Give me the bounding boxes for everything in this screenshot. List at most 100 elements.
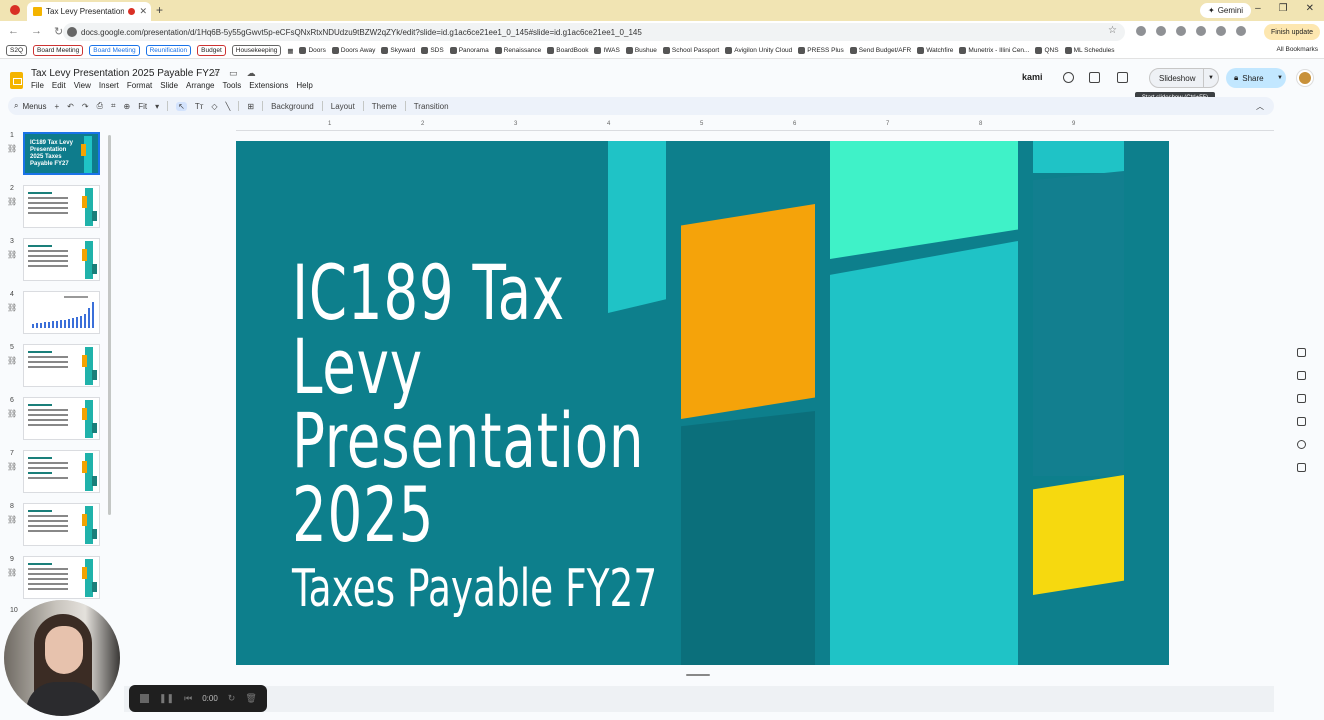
bookmark-chip[interactable]: Reunification <box>145 45 192 56</box>
shape-icon[interactable]: ◇ <box>211 102 217 111</box>
zoom-dropdown-icon[interactable]: ▾ <box>155 102 159 111</box>
bookmark-chip[interactable]: Board Meeting <box>33 45 84 56</box>
thumbnail-row[interactable]: 8 ⛓ <box>0 503 110 549</box>
share-button[interactable]: 🔒︎ Share ▼ <box>1226 68 1286 88</box>
address-bar[interactable]: docs.google.com/presentation/d/1Hq6B-5y5… <box>63 23 1125 41</box>
transition-button[interactable]: Transition <box>414 102 449 111</box>
menu-insert[interactable]: Insert <box>99 81 119 90</box>
search-menus[interactable]: ⌕ Menus <box>14 101 47 111</box>
bookmark-star-icon[interactable]: ☆ <box>1108 25 1117 36</box>
bookmark-item[interactable]: PRESS Plus <box>798 47 844 54</box>
menu-edit[interactable]: Edit <box>52 81 66 90</box>
bookmark-item[interactable]: Skyward <box>381 47 415 54</box>
minimize-icon[interactable]: – <box>1255 3 1261 14</box>
menu-arrange[interactable]: Arrange <box>186 81 214 90</box>
slideshow-button[interactable]: Slideshow ▼ <box>1149 68 1219 88</box>
menu-file[interactable]: File <box>31 81 44 90</box>
bookmark-item[interactable]: School Passport <box>662 47 719 54</box>
slide-thumbnail-active[interactable]: IC189 Tax Levy Presentation 2025 Taxes P… <box>23 132 100 175</box>
slideshow-dropdown-icon[interactable]: ▼ <box>1203 69 1218 87</box>
thumbnail-row[interactable]: 3 ⛓ <box>0 238 110 284</box>
bookmark-chip[interactable]: S2Q <box>6 45 28 56</box>
paint-format-icon[interactable]: ⌗ <box>111 101 116 111</box>
bookmark-chip[interactable]: Budget <box>197 45 226 56</box>
new-slide-icon[interactable]: + <box>55 102 60 111</box>
zoom-icon[interactable]: ⊕ <box>124 102 131 111</box>
bookmark-item[interactable]: Munetrix - Illini Cen... <box>959 47 1029 54</box>
close-window-icon[interactable]: ✕ <box>1306 3 1314 14</box>
bookmark-item[interactable]: ML Schedules <box>1064 47 1115 54</box>
collapse-toolbar-icon[interactable]: ︿ <box>1256 101 1264 112</box>
apps-grid-icon[interactable]: ▦ <box>287 47 293 55</box>
maps-icon[interactable] <box>1297 440 1306 449</box>
thumbnail-row[interactable]: 5 ⛓ <box>0 344 110 390</box>
meet-video-icon[interactable] <box>1117 72 1128 83</box>
slide-thumbnail[interactable] <box>23 450 100 493</box>
extension-icon[interactable] <box>1136 26 1146 36</box>
move-folder-icon[interactable]: ▭ <box>229 68 238 79</box>
bookmark-item[interactable]: Doors Away <box>331 47 375 54</box>
browser-tab[interactable]: Tax Levy Presentation 2025 ✕ <box>27 2 151 21</box>
slides-logo-icon[interactable] <box>10 72 23 89</box>
line-icon[interactable]: ╲ <box>226 102 231 111</box>
site-info-icon[interactable] <box>67 27 77 37</box>
speaker-notes-drag-handle[interactable] <box>686 674 710 676</box>
finish-update-button[interactable]: Finish update <box>1264 24 1321 40</box>
download-icon[interactable] <box>1216 26 1226 36</box>
menu-help[interactable]: Help <box>296 81 312 90</box>
bookmark-item[interactable]: Renaissance <box>494 47 541 54</box>
gemini-button[interactable]: ✦ Gemini <box>1200 3 1252 18</box>
zoom-select[interactable]: Fit <box>138 102 147 111</box>
stop-icon[interactable] <box>140 694 149 703</box>
delete-icon[interactable]: 🗑︎ <box>245 693 256 704</box>
bookmark-chip[interactable]: Board Meeting <box>89 45 140 56</box>
slide-thumbnail[interactable] <box>23 185 100 228</box>
select-cursor-icon[interactable]: ↖ <box>176 101 187 111</box>
thumbnail-row[interactable]: 7 ⛓ <box>0 450 110 496</box>
forward-icon[interactable]: → <box>31 25 42 38</box>
reload-icon[interactable]: ↻ <box>54 25 63 38</box>
redo-icon[interactable]: ↷ <box>82 102 89 111</box>
bookmark-item[interactable]: Doors <box>299 47 326 54</box>
kami-button[interactable]: kami <box>1022 72 1043 82</box>
maximize-icon[interactable]: ❐ <box>1279 3 1288 14</box>
tasks-icon[interactable] <box>1297 394 1306 403</box>
close-tab-icon[interactable]: ✕ <box>139 6 151 17</box>
pause-icon[interactable]: ❚❚ <box>159 693 174 704</box>
slide-thumbnail[interactable] <box>23 291 100 334</box>
menu-slide[interactable]: Slide <box>160 81 178 90</box>
comment-add-icon[interactable]: ⊞ <box>247 102 254 111</box>
theme-button[interactable]: Theme <box>372 102 397 111</box>
bookmark-item[interactable]: Panorama <box>449 47 489 54</box>
addon-icon[interactable] <box>1297 463 1306 472</box>
profile-icon[interactable] <box>1236 26 1246 36</box>
back-icon[interactable]: ← <box>8 25 19 38</box>
rewind-icon[interactable]: ⏮ <box>184 693 192 704</box>
comments-icon[interactable] <box>1089 72 1100 83</box>
history-icon[interactable] <box>1063 72 1074 83</box>
bookmark-item[interactable]: BoardBook <box>547 47 588 54</box>
share-dropdown-icon[interactable]: ▼ <box>1277 75 1283 81</box>
slide-canvas[interactable]: IC189 Tax Levy Presentation 2025 Taxes P… <box>236 141 1169 665</box>
thumbnail-row[interactable]: 6 ⛓ <box>0 397 110 443</box>
bookmark-item[interactable]: Watchfire <box>917 47 953 54</box>
thumbnail-row[interactable]: 4 ⛓ <box>0 291 110 337</box>
layout-button[interactable]: Layout <box>331 102 355 111</box>
undo-icon[interactable]: ↶ <box>67 102 74 111</box>
slide-title[interactable]: IC189 Tax Levy Presentation 2025 <box>292 255 644 553</box>
extension-icon[interactable] <box>1196 26 1206 36</box>
all-bookmarks[interactable]: All Bookmarks <box>1276 46 1318 53</box>
slide-thumbnail[interactable] <box>23 238 100 281</box>
bookmark-item[interactable]: QNS <box>1035 47 1059 54</box>
menu-view[interactable]: View <box>74 81 91 90</box>
slide-thumbnail[interactable] <box>23 503 100 546</box>
cloud-saved-icon[interactable]: ☁ <box>247 68 256 79</box>
calendar-icon[interactable] <box>1297 348 1306 357</box>
thumbnail-row[interactable]: 9 ⛓ <box>0 556 110 602</box>
slide-subtitle[interactable]: Taxes Payable FY27 <box>292 559 657 619</box>
speaker-notes-area[interactable] <box>124 686 1274 712</box>
account-avatar[interactable] <box>1297 70 1313 86</box>
keep-icon[interactable] <box>1297 371 1306 380</box>
extension-icon[interactable] <box>1156 26 1166 36</box>
filmstrip-scrollbar[interactable] <box>108 135 111 515</box>
